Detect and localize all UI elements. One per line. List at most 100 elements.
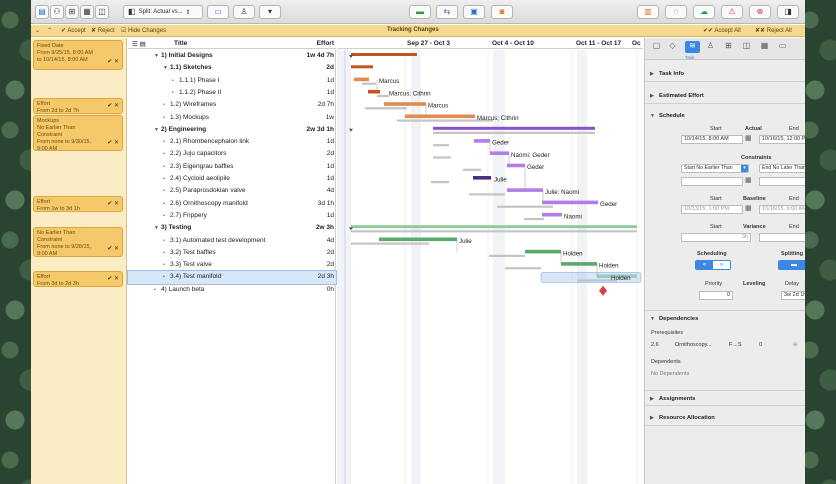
accept-reject-icons[interactable]: ✔ ✕ [107,140,119,147]
prereq-lag[interactable]: 0 [759,342,762,348]
hide-changes-toggle[interactable]: ☑ Hide Changes [121,27,166,34]
disclosure-down-icon[interactable]: ▼ [163,62,168,74]
task-effort[interactable]: 4d [327,235,334,247]
task-row[interactable]: • 1.1.2) Phase II 1d [128,87,336,99]
task-title[interactable]: Mockups [183,114,209,121]
actual-start-field[interactable]: 10/14/15, 8:00 AM [681,135,743,144]
task-effort[interactable]: 1d [327,210,334,222]
styles-view-button[interactable]: ◫ [95,5,109,19]
task-row[interactable]: • 2.1) Rhombencephalon link 1d [128,136,336,148]
task-title[interactable]: Testing [169,224,192,231]
table-tab-icon[interactable]: ▦ [757,41,772,53]
baseline-start-field[interactable]: 10/13/15, 1:00 PM [681,205,743,214]
task-effort[interactable]: 1d [327,161,334,173]
task-title[interactable]: Test baffles [183,249,216,256]
chevron-down-icon[interactable]: ⌄ [35,27,40,34]
priority-field[interactable]: 0 [699,291,733,300]
start-constraint-select[interactable]: Start No Earlier Than [681,164,749,173]
scheduling-segmented-control[interactable]: « » [695,260,731,270]
prereq-name[interactable]: Ornithoscopy... [675,342,712,348]
title-column-header[interactable]: Title [174,40,187,47]
group-row[interactable]: ▼ 1.1) Sketches 2d [128,62,336,74]
resource-view-button[interactable]: ⚇ [50,5,64,19]
disclosure-down-icon[interactable]: ▼ [154,124,159,136]
task-title[interactable]: Initial Designs [169,52,213,59]
task-row[interactable]: • 2.4) Cycloid aeolipile 1d [128,173,336,185]
publish-button[interactable]: ▥ [637,5,659,19]
task-effort[interactable]: 3d 1h [318,198,334,210]
add-resource-button[interactable]: ♙ [233,5,255,19]
view-tab-icon[interactable]: ▭ [775,41,790,53]
task-effort[interactable]: 1d [327,173,334,185]
level-resources-button[interactable]: ▬ [409,5,431,19]
assignments-section[interactable]: ▶ Assignments [645,390,805,406]
calendar-icon[interactable]: ▦ [745,176,752,184]
actual-end-field[interactable]: 10/16/15, 12:00 PM [759,135,805,144]
task-effort[interactable]: 1d [327,136,334,148]
disclosure-down-icon[interactable]: ▼ [154,50,159,62]
reject-change-button[interactable]: ✘ Reject [91,27,115,34]
task-effort[interactable]: 2d [327,148,334,160]
task-row[interactable]: • 3.2) Test baffles 2d [128,247,336,259]
start-constraint-date-field[interactable] [681,177,743,186]
delay-field[interactable]: 3w 2d 1h [781,291,805,300]
split-view-dropdown[interactable]: ◧ Split: Actual vs... ⇕ [123,5,203,19]
task-effort[interactable]: 2d [327,259,334,271]
group-tab-icon[interactable]: ⊞ [721,41,736,53]
task-row[interactable]: • 3.4) Test manifold 2d 3h [127,270,337,285]
disclosure-down-icon[interactable]: ▼ [154,222,159,234]
baseline-end-field[interactable]: 10/16/15, 9:00 AM [759,205,805,214]
task-title[interactable]: Juju capacitors [183,150,226,157]
task-effort[interactable]: 1d [327,75,334,87]
task-row[interactable]: • 2.6) Ornithoscopy manifold 3d 1h [128,198,336,210]
split-icon[interactable]: ▬ [779,261,805,269]
task-title[interactable]: Test manifold [183,273,221,280]
accept-reject-icons[interactable]: ✔ ✕ [107,276,119,283]
accept-reject-icons[interactable]: ✔ ✕ [107,103,119,110]
task-title[interactable]: Sketches [183,64,212,71]
task-effort[interactable]: 2w 3h [316,222,334,234]
task-effort[interactable]: 2d 3h [318,271,334,283]
task-tab-icon[interactable]: ≋ [685,41,700,53]
snapshot-button[interactable]: ◙ [491,5,513,19]
task-row[interactable]: • 2.5) Paraprosdokian valve 4d [128,185,336,197]
style-tab-icon[interactable]: ◫ [739,41,754,53]
group-row[interactable]: ▼ 2) Engineering 2w 3d 1h [128,124,336,136]
task-title[interactable]: Rhombencephalon link [183,138,249,145]
change-card[interactable]: Mockups No Earlier Than Constraint From … [33,115,123,152]
baseline-button[interactable]: ⇆ [436,5,458,19]
accept-change-button[interactable]: ✔ Accept [61,27,86,34]
add-milestone-button[interactable]: ▾ [259,5,281,19]
accept-reject-icons[interactable]: ✔ ✕ [107,59,119,66]
change-card[interactable]: Effort From 2d to 2d 7h ✔ ✕ [33,98,123,114]
task-title[interactable]: Engineering [169,126,207,133]
task-row[interactable]: • 1.3) Mockups 1w [128,112,336,124]
track-changes-button[interactable]: ▣ [463,5,485,19]
estimated-effort-section[interactable]: ▶ Estimated Effort [645,88,805,104]
end-constraint-date-field[interactable] [759,177,805,186]
task-title[interactable]: Frippery [183,212,207,219]
outline-view-button[interactable]: ▤ [35,5,49,19]
resource-allocation-section[interactable]: ▶ Resource Allocation [645,410,805,426]
stop-button[interactable]: ⊗ [749,5,771,19]
task-row[interactable]: • 2.2) Juju capacitors 2d [128,148,336,160]
task-effort[interactable]: 2d 7h [318,99,334,111]
change-card[interactable]: Effort From 1w to 3d 1h ✔ ✕ [33,196,123,212]
schedule-section[interactable]: ▼ Schedule [645,108,805,124]
task-row[interactable]: • 3.1) Automated test development 4d [128,235,336,247]
task-row[interactable]: • 2.7) Frippery 1d [128,210,336,222]
dependencies-section[interactable]: ▼ Dependencies [645,310,805,326]
task-row[interactable]: • 2.3) Eigengrau baffles 1d [128,161,336,173]
task-effort[interactable]: 1w 4d 7h [307,50,334,62]
change-card[interactable]: No Earlier Than Constraint From none to … [33,227,123,257]
violations-button[interactable]: ⚠ [721,5,743,19]
task-info-section[interactable]: ▶ Task Info [645,66,805,82]
task-row[interactable]: • 1.1.1) Phase I 1d [128,75,336,87]
calendar-view-button[interactable]: ▦ [80,5,94,19]
project-tab-icon[interactable]: ▢ [649,41,664,53]
task-title[interactable]: Phase II [197,89,221,96]
inspector-toggle-button[interactable]: ◨ [777,5,799,19]
task-title[interactable]: Paraprosdokian valve [183,187,246,194]
change-card[interactable]: Fixed Date From 9/25/15, 8:00 AM to 10/1… [33,40,123,70]
task-row[interactable]: • 3.3) Test valve 2d [128,259,336,271]
